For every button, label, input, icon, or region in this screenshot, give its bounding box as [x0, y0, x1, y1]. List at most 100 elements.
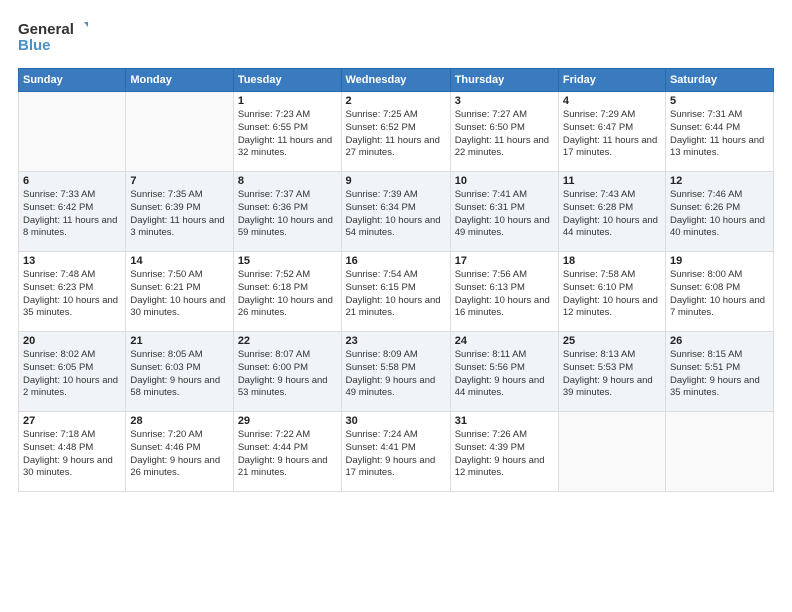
week-row-2: 6 Sunrise: 7:33 AM Sunset: 6:42 PM Daylig…	[19, 172, 774, 252]
day-number: 27	[23, 415, 121, 427]
day-number: 18	[563, 255, 661, 267]
day-number: 24	[455, 335, 554, 347]
calendar-cell: 20 Sunrise: 8:02 AM Sunset: 6:05 PM Dayli…	[19, 332, 126, 412]
day-number: 17	[455, 255, 554, 267]
day-number: 29	[238, 415, 337, 427]
svg-text:General: General	[18, 21, 74, 38]
calendar-cell: 30 Sunrise: 7:24 AM Sunset: 4:41 PM Dayli…	[341, 412, 450, 492]
calendar-cell: 28 Sunrise: 7:20 AM Sunset: 4:46 PM Dayli…	[126, 412, 233, 492]
day-info: Sunrise: 7:48 AM Sunset: 6:23 PM Dayligh…	[23, 269, 121, 320]
day-number: 10	[455, 175, 554, 187]
day-info: Sunrise: 8:00 AM Sunset: 6:08 PM Dayligh…	[670, 269, 769, 320]
day-info: Sunrise: 7:22 AM Sunset: 4:44 PM Dayligh…	[238, 429, 337, 480]
day-info: Sunrise: 7:35 AM Sunset: 6:39 PM Dayligh…	[130, 189, 228, 240]
day-info: Sunrise: 8:09 AM Sunset: 5:58 PM Dayligh…	[346, 349, 446, 400]
calendar-cell: 11 Sunrise: 7:43 AM Sunset: 6:28 PM Dayli…	[558, 172, 665, 252]
day-number: 8	[238, 175, 337, 187]
calendar-cell: 31Sunrise: 7:26 AM Sunset: 4:39 PM Dayli…	[450, 412, 558, 492]
day-number: 6	[23, 175, 121, 187]
day-info: Sunrise: 7:56 AM Sunset: 6:13 PM Dayligh…	[455, 269, 554, 320]
calendar-cell: 18 Sunrise: 7:58 AM Sunset: 6:10 PM Dayli…	[558, 252, 665, 332]
day-info: Sunrise: 7:58 AM Sunset: 6:10 PM Dayligh…	[563, 269, 661, 320]
logo: General Blue	[18, 18, 88, 58]
day-info: Sunrise: 7:52 AM Sunset: 6:18 PM Dayligh…	[238, 269, 337, 320]
calendar-cell: 24 Sunrise: 8:11 AM Sunset: 5:56 PM Dayli…	[450, 332, 558, 412]
day-number: 9	[346, 175, 446, 187]
weekday-monday: Monday	[126, 69, 233, 92]
day-number: 20	[23, 335, 121, 347]
day-info: Sunrise: 7:25 AM Sunset: 6:52 PM Dayligh…	[346, 109, 446, 160]
day-info: Sunrise: 7:23 AM Sunset: 6:55 PM Dayligh…	[238, 109, 337, 160]
day-info: Sunrise: 7:39 AM Sunset: 6:34 PM Dayligh…	[346, 189, 446, 240]
day-number: 21	[130, 335, 228, 347]
calendar-cell: 4Sunrise: 7:29 AM Sunset: 6:47 PM Daylig…	[558, 92, 665, 172]
calendar-cell	[665, 412, 773, 492]
calendar-cell: 29 Sunrise: 7:22 AM Sunset: 4:44 PM Dayli…	[233, 412, 341, 492]
calendar-cell: 23 Sunrise: 8:09 AM Sunset: 5:58 PM Dayli…	[341, 332, 450, 412]
day-number: 26	[670, 335, 769, 347]
weekday-wednesday: Wednesday	[341, 69, 450, 92]
week-row-5: 27 Sunrise: 7:18 AM Sunset: 4:48 PM Dayli…	[19, 412, 774, 492]
calendar-cell: 2Sunrise: 7:25 AM Sunset: 6:52 PM Daylig…	[341, 92, 450, 172]
calendar-cell: 9 Sunrise: 7:39 AM Sunset: 6:34 PM Daylig…	[341, 172, 450, 252]
day-info: Sunrise: 7:24 AM Sunset: 4:41 PM Dayligh…	[346, 429, 446, 480]
calendar-cell: 22Sunrise: 8:07 AM Sunset: 6:00 PM Dayli…	[233, 332, 341, 412]
calendar-cell: 13 Sunrise: 7:48 AM Sunset: 6:23 PM Dayli…	[19, 252, 126, 332]
day-number: 22	[238, 335, 337, 347]
calendar-cell: 15 Sunrise: 7:52 AM Sunset: 6:18 PM Dayli…	[233, 252, 341, 332]
calendar-cell	[126, 92, 233, 172]
calendar-cell: 6 Sunrise: 7:33 AM Sunset: 6:42 PM Daylig…	[19, 172, 126, 252]
calendar-cell: 14 Sunrise: 7:50 AM Sunset: 6:21 PM Dayli…	[126, 252, 233, 332]
calendar-cell: 27 Sunrise: 7:18 AM Sunset: 4:48 PM Dayli…	[19, 412, 126, 492]
day-number: 11	[563, 175, 661, 187]
calendar-cell: 5Sunrise: 7:31 AM Sunset: 6:44 PM Daylig…	[665, 92, 773, 172]
calendar-cell: 17 Sunrise: 7:56 AM Sunset: 6:13 PM Dayli…	[450, 252, 558, 332]
weekday-friday: Friday	[558, 69, 665, 92]
day-info: Sunrise: 7:46 AM Sunset: 6:26 PM Dayligh…	[670, 189, 769, 240]
day-info: Sunrise: 7:20 AM Sunset: 4:46 PM Dayligh…	[130, 429, 228, 480]
week-row-3: 13 Sunrise: 7:48 AM Sunset: 6:23 PM Dayli…	[19, 252, 774, 332]
day-info: Sunrise: 8:11 AM Sunset: 5:56 PM Dayligh…	[455, 349, 554, 400]
day-info: Sunrise: 7:43 AM Sunset: 6:28 PM Dayligh…	[563, 189, 661, 240]
day-info: Sunrise: 7:27 AM Sunset: 6:50 PM Dayligh…	[455, 109, 554, 160]
day-number: 5	[670, 95, 769, 107]
weekday-sunday: Sunday	[19, 69, 126, 92]
weekday-saturday: Saturday	[665, 69, 773, 92]
day-number: 28	[130, 415, 228, 427]
day-number: 13	[23, 255, 121, 267]
header: General Blue	[18, 18, 774, 58]
day-info: Sunrise: 7:33 AM Sunset: 6:42 PM Dayligh…	[23, 189, 121, 240]
calendar-cell: 10Sunrise: 7:41 AM Sunset: 6:31 PM Dayli…	[450, 172, 558, 252]
day-info: Sunrise: 8:15 AM Sunset: 5:51 PM Dayligh…	[670, 349, 769, 400]
day-number: 3	[455, 95, 554, 107]
day-number: 19	[670, 255, 769, 267]
day-info: Sunrise: 8:02 AM Sunset: 6:05 PM Dayligh…	[23, 349, 121, 400]
day-info: Sunrise: 7:37 AM Sunset: 6:36 PM Dayligh…	[238, 189, 337, 240]
calendar-cell: 25Sunrise: 8:13 AM Sunset: 5:53 PM Dayli…	[558, 332, 665, 412]
logo-svg: General Blue	[18, 18, 88, 58]
day-number: 30	[346, 415, 446, 427]
day-number: 23	[346, 335, 446, 347]
week-row-1: 1Sunrise: 7:23 AM Sunset: 6:55 PM Daylig…	[19, 92, 774, 172]
day-number: 31	[455, 415, 554, 427]
day-number: 16	[346, 255, 446, 267]
day-number: 15	[238, 255, 337, 267]
weekday-header-row: SundayMondayTuesdayWednesdayThursdayFrid…	[19, 69, 774, 92]
calendar-cell: 3 Sunrise: 7:27 AM Sunset: 6:50 PM Daylig…	[450, 92, 558, 172]
week-row-4: 20 Sunrise: 8:02 AM Sunset: 6:05 PM Dayli…	[19, 332, 774, 412]
calendar-cell: 1Sunrise: 7:23 AM Sunset: 6:55 PM Daylig…	[233, 92, 341, 172]
day-info: Sunrise: 7:50 AM Sunset: 6:21 PM Dayligh…	[130, 269, 228, 320]
calendar: SundayMondayTuesdayWednesdayThursdayFrid…	[18, 68, 774, 492]
day-info: Sunrise: 8:05 AM Sunset: 6:03 PM Dayligh…	[130, 349, 228, 400]
day-info: Sunrise: 7:29 AM Sunset: 6:47 PM Dayligh…	[563, 109, 661, 160]
day-number: 25	[563, 335, 661, 347]
calendar-cell: 19 Sunrise: 8:00 AM Sunset: 6:08 PM Dayli…	[665, 252, 773, 332]
day-number: 12	[670, 175, 769, 187]
calendar-cell: 16Sunrise: 7:54 AM Sunset: 6:15 PM Dayli…	[341, 252, 450, 332]
calendar-cell: 7Sunrise: 7:35 AM Sunset: 6:39 PM Daylig…	[126, 172, 233, 252]
day-info: Sunrise: 7:18 AM Sunset: 4:48 PM Dayligh…	[23, 429, 121, 480]
calendar-cell: 21 Sunrise: 8:05 AM Sunset: 6:03 PM Dayli…	[126, 332, 233, 412]
weekday-thursday: Thursday	[450, 69, 558, 92]
day-number: 14	[130, 255, 228, 267]
svg-text:Blue: Blue	[18, 37, 51, 54]
